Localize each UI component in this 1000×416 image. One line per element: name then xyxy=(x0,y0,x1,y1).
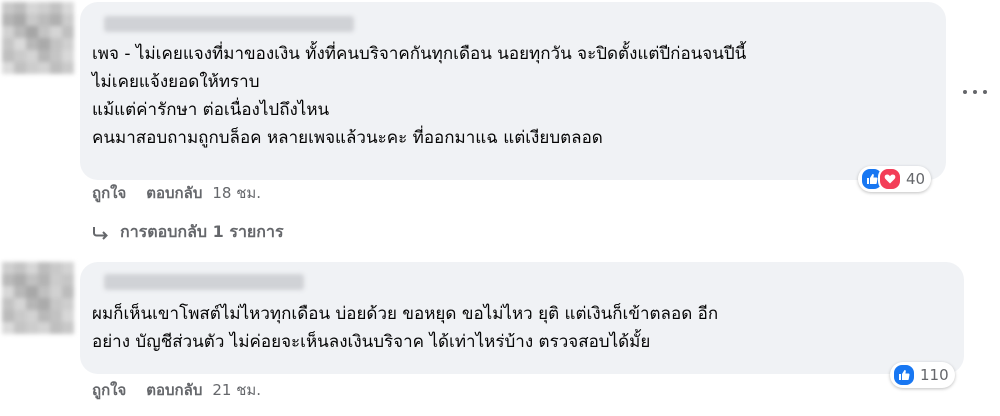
like-button[interactable]: ถูกใจ xyxy=(92,181,126,205)
comment-bubble: ผมก็เห็นเขาโพสต์ไม่ไหวทุกเดือน บ่อยด้วย … xyxy=(80,262,964,374)
replies-label: การตอบกลับ 1 รายการ xyxy=(120,222,284,241)
reaction-summary[interactable]: 40 xyxy=(858,166,932,192)
reaction-count: 40 xyxy=(906,170,926,188)
view-replies-link[interactable]: การตอบกลับ 1 รายการ xyxy=(92,220,284,245)
comment-actions: ถูกใจ ตอบกลับ 21 ชม. xyxy=(92,378,261,402)
comment-bubble: เพจ - ไม่เคยแจงที่มาของเงิน ทั้งที่คนบริ… xyxy=(80,2,946,180)
comment-text: เพจ - ไม่เคยแจงที่มาของเงิน ทั้งที่คนบริ… xyxy=(92,44,747,148)
timestamp[interactable]: 18 ชม. xyxy=(212,181,261,205)
avatar[interactable] xyxy=(2,262,74,334)
author-name[interactable] xyxy=(104,16,354,32)
timestamp[interactable]: 21 ชม. xyxy=(212,378,261,402)
avatar[interactable] xyxy=(2,2,74,74)
reaction-count: 110 xyxy=(920,366,949,384)
author-name[interactable] xyxy=(104,274,304,290)
love-icon xyxy=(878,167,902,191)
comment-actions: ถูกใจ ตอบกลับ 18 ชม. xyxy=(92,181,261,205)
like-button[interactable]: ถูกใจ xyxy=(92,378,126,402)
reaction-summary[interactable]: 110 xyxy=(890,362,955,388)
reply-button[interactable]: ตอบกลับ xyxy=(146,181,202,205)
comment-text: ผมก็เห็นเขาโพสต์ไม่ไหวทุกเดือน บ่อยด้วย … xyxy=(92,304,719,352)
reply-button[interactable]: ตอบกลับ xyxy=(146,378,202,402)
like-icon xyxy=(892,363,916,387)
reply-arrow-icon xyxy=(93,226,108,240)
more-options-icon[interactable] xyxy=(963,86,987,98)
